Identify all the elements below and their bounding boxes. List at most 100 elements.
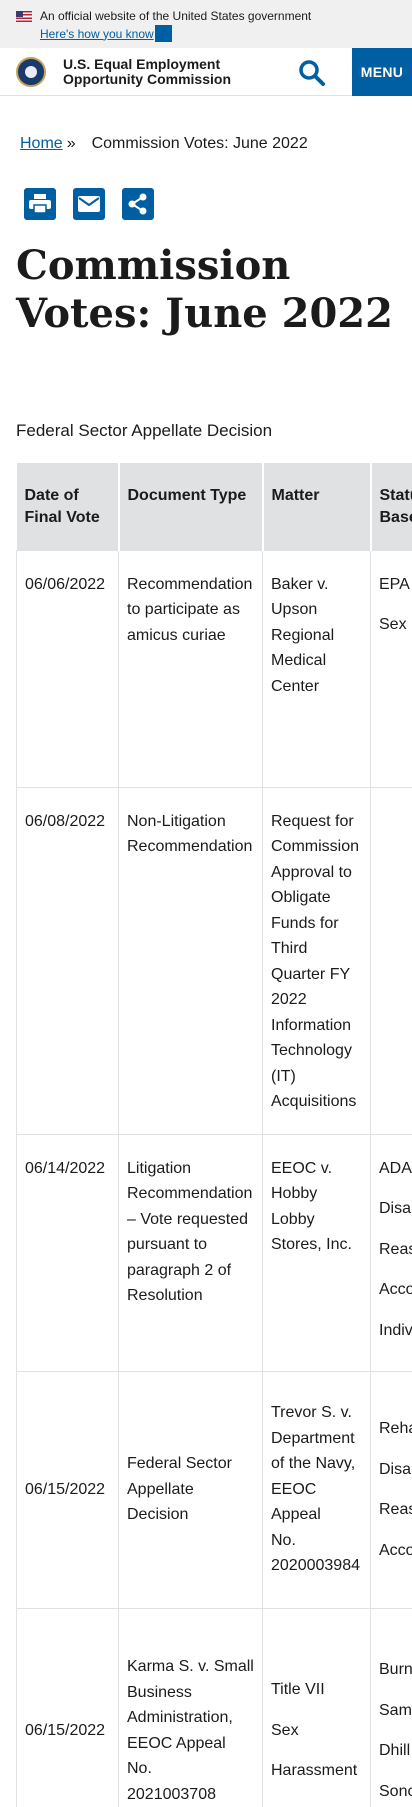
document-type-text: EEOC Appeal No. (127, 1734, 226, 1778)
column-header: Statu Base (370, 463, 412, 550)
document-type-cell: Federal Sector Appellate Decision (118, 1370, 263, 1609)
column-header-text: Base (379, 509, 412, 526)
search-button[interactable] (298, 60, 328, 86)
envelope-icon (78, 196, 100, 212)
document-type-cell: Non-Litigation Recommendation (118, 786, 263, 1135)
eeoc-seal-logo[interactable] (16, 57, 46, 87)
site-header: U.S. Equal Employment Opportunity Commis… (0, 48, 412, 96)
bases-text: ADA (379, 1159, 412, 1177)
votes-table: Date of Final Vote Document Type Matter Stat… (16, 463, 412, 1807)
matter-text: Obligate (271, 889, 331, 906)
breadcrumb: Home » Commission Votes: June 2022 (20, 134, 308, 154)
matter-text: Title VII (271, 1681, 325, 1699)
menu-button[interactable]: MENU (352, 48, 412, 96)
page-title-line2: Votes: June 2022 (16, 290, 393, 337)
date-text: 06/14/2022 (25, 1159, 106, 1177)
bases-text: Burn (379, 1661, 412, 1678)
date-text: 06/15/2022 (25, 1721, 106, 1739)
document-type-text: Resolution (127, 1287, 203, 1304)
expand-toggle-icon[interactable] (154, 25, 172, 42)
bases-cell: ADA Disal Reas Acco Indiv (370, 1133, 412, 1372)
page-title: Commission Votes: June 2022 (16, 242, 396, 338)
document-type-text: pursuant to (127, 1236, 208, 1253)
table-row: 06/14/2022 Litigation Recommendation – Vote… (16, 1133, 412, 1372)
document-type-text: Federal Sector (127, 1455, 232, 1473)
document-type-text: Appellate (127, 1480, 194, 1498)
matter-text: 2022 (271, 991, 307, 1008)
document-type-text: Non-Litigation (127, 812, 226, 830)
matter-text: Acquisitions (271, 1093, 357, 1110)
date-cell: 06/15/2022 (16, 1370, 119, 1609)
matter-text: Center (271, 677, 320, 695)
table-row: 06/08/2022 Non-Litigation Recommendation Re… (16, 786, 412, 1135)
bases-cell (370, 786, 412, 1135)
matter-text: Quarter FY (271, 965, 351, 983)
matter-text: Upson (271, 601, 318, 618)
matter-text: Hobby (271, 1185, 318, 1202)
document-type-text: Business (127, 1683, 192, 1701)
matter-text: Request for (271, 812, 354, 830)
bases-text: Dhill (379, 1742, 411, 1759)
date-cell: 06/14/2022 (16, 1133, 119, 1372)
matter-text: Lobby (271, 1210, 315, 1228)
table-row: 06/06/2022 Recommendation to participate a… (16, 549, 412, 788)
share-icon (128, 193, 147, 215)
matter-text: Stores, Inc. (271, 1236, 352, 1253)
agency-name-line2: Opportunity Commission (63, 71, 231, 87)
document-type-cell: Litigation Recommendation – Vote requested… (118, 1133, 263, 1372)
column-header: Document Type (118, 463, 264, 550)
document-type-text: to participate as (127, 601, 240, 618)
column-header-text: Document Type (127, 487, 247, 504)
matter-text: Commission (271, 838, 360, 855)
matter-text: Sex (271, 1721, 299, 1739)
bases-text: Disal (379, 1200, 412, 1217)
print-button[interactable] (24, 188, 56, 220)
heres-how-you-know-label: Here's how you know (40, 26, 154, 41)
document-type-text: Decision (127, 1506, 189, 1524)
breadcrumb-home-link[interactable]: Home (20, 134, 63, 154)
date-text: 06/15/2022 (25, 1480, 106, 1498)
votes-table-scroll[interactable]: Date of Final Vote Document Type Matter Stat… (16, 463, 412, 1807)
bases-cell: Reha Disal Reas Acco (370, 1370, 412, 1609)
matter-cell: Trevor S. v. Department of the Navy, EEOC A… (262, 1370, 371, 1609)
matter-cell: Title VII Sex Harassment (262, 1607, 371, 1807)
matter-cell: Baker v. Upson Regional Medical Center (262, 549, 371, 788)
document-type-text: Recommendation (127, 838, 253, 855)
document-type-text: amicus curiae (127, 626, 226, 644)
share-button[interactable] (122, 188, 154, 220)
us-flag-icon (16, 10, 32, 22)
date-text: 06/08/2022 (25, 812, 106, 830)
document-type-text: Karma S. v. Small (127, 1658, 254, 1675)
bases-text: Indiv (379, 1321, 412, 1339)
date-text: 06/06/2022 (25, 575, 106, 593)
matter-text: No. (271, 1531, 296, 1549)
matter-text: 2020003984 (271, 1557, 360, 1575)
heres-how-you-know-link[interactable]: Here's how you know (40, 25, 412, 42)
column-header-text: Final Vote (24, 509, 100, 526)
matter-cell: EEOC v. Hobby Lobby Stores, Inc. (262, 1133, 371, 1372)
table-row: 06/15/2022 Karma S. v. Small Business Admin… (16, 1607, 412, 1807)
breadcrumb-current: Commission Votes: June 2022 (91, 135, 308, 152)
breadcrumb-separator: » (66, 135, 76, 152)
matter-text: Trevor S. v. (271, 1404, 352, 1422)
document-type-text: paragraph 2 of (127, 1261, 232, 1279)
matter-text: EEOC v. (271, 1159, 333, 1177)
matter-text: Baker v. (271, 575, 329, 593)
date-cell: 06/06/2022 (16, 549, 119, 788)
share-tools (24, 188, 154, 220)
bases-text: Sex (379, 616, 407, 633)
bases-text: Reas (379, 1501, 412, 1518)
matter-text: Funds for (271, 914, 339, 932)
matter-cell: Request for Commission Approval to Obligate… (262, 786, 371, 1135)
agency-name-link[interactable]: U.S. Equal Employment Opportunity Commis… (63, 57, 231, 87)
matter-text: Technology (271, 1042, 352, 1059)
matter-text: (IT) (271, 1067, 296, 1085)
email-button[interactable] (73, 188, 105, 220)
column-header-text: Date of (24, 487, 79, 504)
date-cell: 06/08/2022 (16, 786, 119, 1135)
matter-text: of the Navy, (271, 1455, 356, 1473)
matter-text: Regional (271, 626, 335, 644)
document-type-text: – Vote requested (127, 1210, 248, 1228)
column-header: Matter (262, 463, 372, 550)
column-header-text: Statu (379, 487, 412, 504)
